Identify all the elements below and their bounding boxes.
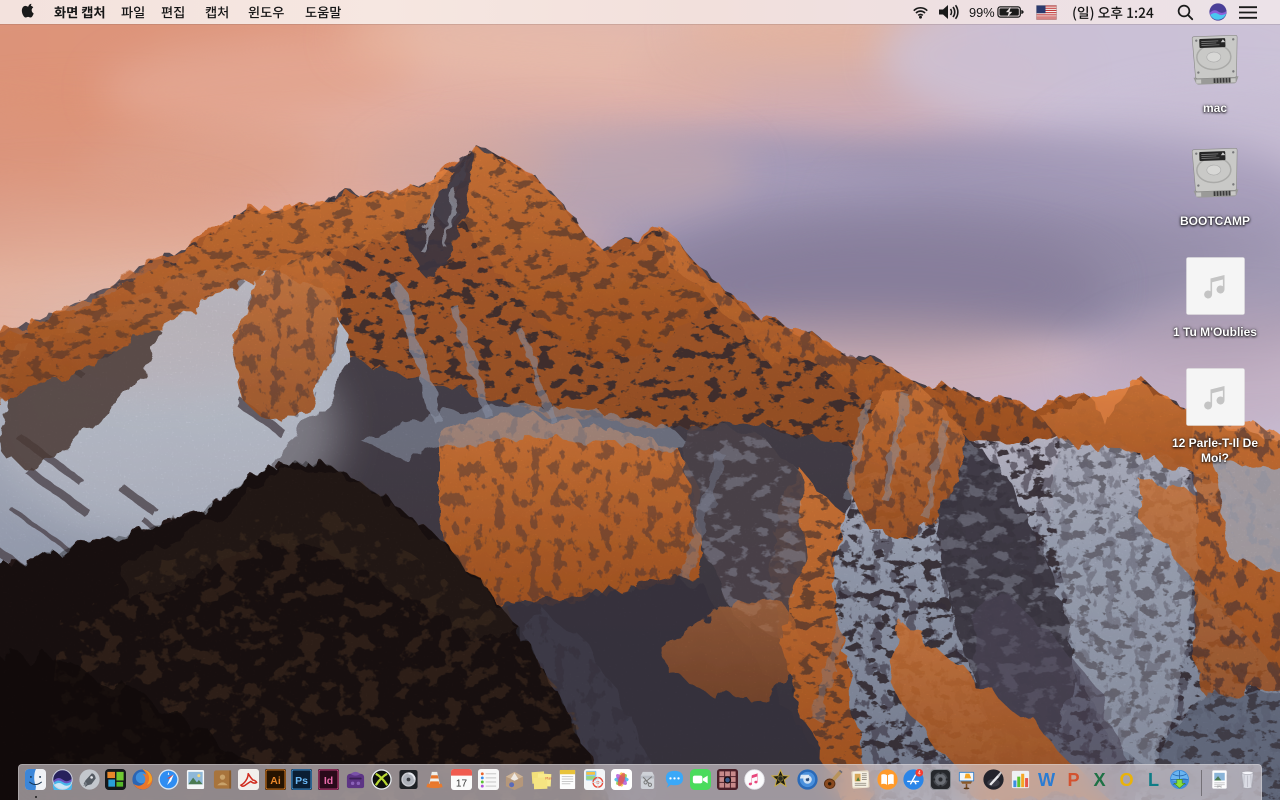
svg-text:Ps: Ps: [295, 774, 308, 786]
svg-text:JPG: JPG: [1216, 784, 1222, 788]
svg-text:17: 17: [456, 778, 468, 789]
svg-text:Ai: Ai: [270, 774, 281, 786]
svg-text:O: O: [1119, 770, 1133, 790]
svg-text:W: W: [1038, 770, 1056, 790]
svg-text:P: P: [1067, 770, 1079, 790]
svg-text:L: L: [1147, 770, 1158, 790]
svg-text:X: X: [1094, 770, 1106, 790]
svg-text:4: 4: [918, 770, 921, 776]
svg-text:Id: Id: [324, 774, 333, 786]
svg-text:Plan: Plan: [545, 776, 552, 780]
